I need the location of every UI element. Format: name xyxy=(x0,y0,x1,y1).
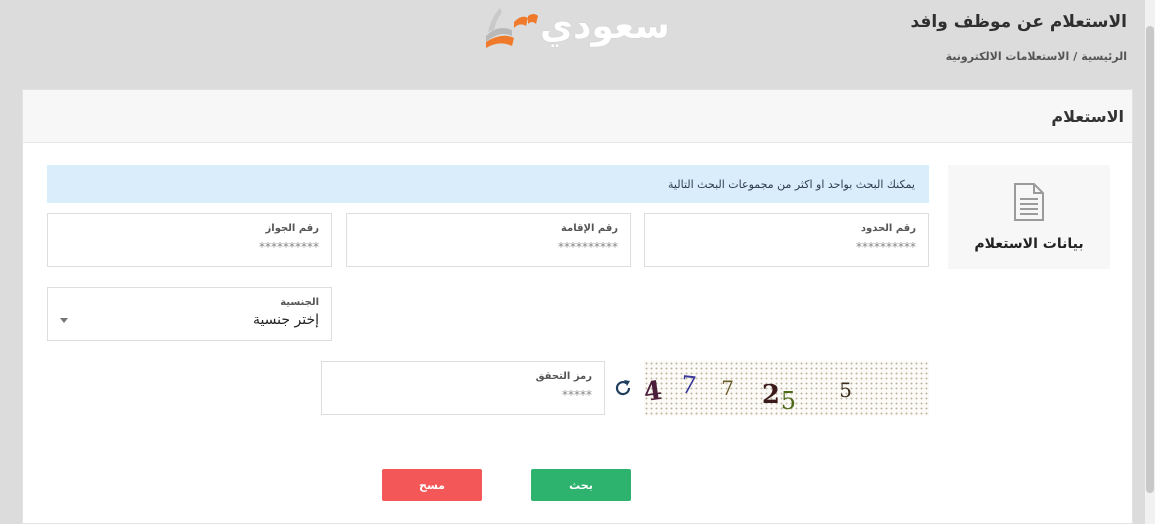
captcha-char: 5 xyxy=(781,387,796,415)
side-tab-label: بيانات الاستعلام xyxy=(974,236,1084,252)
border-number-field: رقم الحدود xyxy=(644,213,929,267)
iqama-number-label: رقم الإقامة xyxy=(560,223,618,234)
site-logo[interactable]: سعودي xyxy=(478,2,670,52)
page-scrollbar[interactable] xyxy=(1145,0,1155,524)
captcha-input[interactable] xyxy=(334,388,592,402)
captcha-char: 7 xyxy=(680,370,698,399)
breadcrumb-current: الاستعلامات الالكترونية xyxy=(945,50,1070,63)
captcha-field: رمز التحقق xyxy=(321,361,605,415)
passport-number-input[interactable] xyxy=(60,240,319,254)
clear-button[interactable]: مسح xyxy=(382,469,482,501)
book-icon xyxy=(486,8,538,48)
info-alert: يمكنك البحث بواحد او اكثر من مجموعات الب… xyxy=(47,165,929,203)
passport-number-field: رقم الجواز xyxy=(47,213,332,267)
scrollbar-thumb[interactable] xyxy=(1146,26,1154,493)
captcha-text: 4 7 7 2 5 5 xyxy=(644,370,852,415)
border-number-input[interactable] xyxy=(657,240,916,254)
breadcrumb: الرئيسية / الاستعلامات الالكترونية xyxy=(946,50,1127,63)
search-button[interactable]: بحث xyxy=(531,469,631,501)
card-header: الاستعلام xyxy=(23,90,1132,143)
captcha-char: 7 xyxy=(721,376,734,400)
captcha-char: 5 xyxy=(839,378,852,402)
refresh-icon[interactable] xyxy=(611,376,635,400)
breadcrumb-separator: / xyxy=(1073,50,1078,63)
iqama-number-input[interactable] xyxy=(359,240,618,254)
inquiry-card: الاستعلام بيانات الاستعلام يمكنك البحث ب… xyxy=(22,89,1133,524)
card-title: الاستعلام xyxy=(1051,106,1124,126)
nationality-select[interactable]: الجنسية إختر جنسية xyxy=(47,287,332,341)
border-number-label: رقم الحدود xyxy=(860,223,916,234)
logo-text: سعودي xyxy=(540,6,670,47)
passport-number-label: رقم الجواز xyxy=(265,223,319,234)
iqama-number-field: رقم الإقامة xyxy=(346,213,631,267)
captcha-char: 2 xyxy=(762,380,780,410)
side-tab-inquiry-data[interactable]: بيانات الاستعلام xyxy=(948,165,1110,269)
captcha-char: 4 xyxy=(644,376,664,408)
nationality-label: الجنسية xyxy=(280,297,319,308)
captcha-image: 4 7 7 2 5 5 xyxy=(644,361,929,416)
captcha-label: رمز التحقق xyxy=(535,371,592,382)
nationality-value: إختر جنسية xyxy=(252,312,319,328)
breadcrumb-home[interactable]: الرئيسية xyxy=(1081,50,1127,63)
document-icon xyxy=(1014,183,1044,221)
page-title: الاستعلام عن موظف وافد xyxy=(910,12,1127,32)
caret-down-icon xyxy=(60,318,68,323)
